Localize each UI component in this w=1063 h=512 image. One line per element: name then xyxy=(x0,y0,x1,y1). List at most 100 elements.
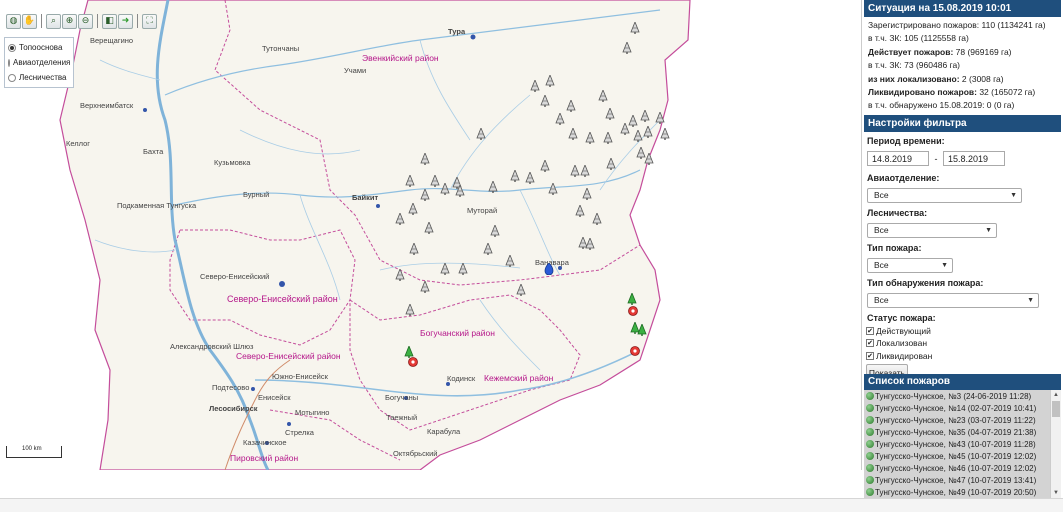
fire-marker-icon[interactable] xyxy=(603,132,613,144)
fire-marker-icon[interactable] xyxy=(555,113,565,125)
fire-marker-icon[interactable] xyxy=(405,175,415,187)
list-item[interactable]: Тунгусско-Чунское, №43 (10-07-2019 11:28… xyxy=(864,438,1050,450)
status-active-option[interactable]: ✔ Действующий xyxy=(864,325,1061,338)
layer-option-avia[interactable]: Авиаотделения xyxy=(8,55,70,70)
list-item[interactable]: Тунгусско-Чунское, №14 (02-07-2019 10:41… xyxy=(864,402,1050,414)
fire-marker-icon[interactable] xyxy=(483,243,493,255)
checkbox-checked-icon[interactable]: ✔ xyxy=(866,339,874,348)
fire-marker-icon[interactable] xyxy=(660,128,670,140)
zoom-in-icon[interactable]: ⊕ xyxy=(62,13,77,29)
list-item[interactable]: Тунгусско-Чунское, №23 (03-07-2019 11:22… xyxy=(864,414,1050,426)
fire-marker-icon[interactable] xyxy=(585,132,595,144)
list-item[interactable]: Тунгусско-Чунское, №47 (10-07-2019 13:41… xyxy=(864,474,1050,486)
fire-marker-icon[interactable] xyxy=(643,126,653,138)
fire-marker-icon[interactable] xyxy=(395,213,405,225)
scale-bar: 100 km xyxy=(6,446,62,458)
list-item[interactable]: Тунгусско-Чунское, №45 (10-07-2019 12:02… xyxy=(864,450,1050,462)
radio-icon[interactable] xyxy=(8,43,16,52)
fire-marker-icon[interactable] xyxy=(633,130,643,142)
checkbox-checked-icon[interactable]: ✔ xyxy=(866,351,874,360)
forestry-select[interactable]: Все ▼ xyxy=(867,222,997,238)
fire-marker-icon[interactable] xyxy=(488,181,498,193)
detection-type-select[interactable]: Все ▼ xyxy=(867,292,1039,308)
fire-marker-icon[interactable] xyxy=(585,238,595,250)
list-item[interactable]: Тунгусско-Чунское, №49 (10-07-2019 20:50… xyxy=(864,486,1050,498)
fire-marker-icon[interactable] xyxy=(568,128,578,140)
radio-icon[interactable] xyxy=(8,58,10,67)
fire-alert-marker-icon[interactable] xyxy=(408,356,418,368)
list-item[interactable]: Тунгусско-Чунское, №35 (04-07-2019 21:38… xyxy=(864,426,1050,438)
fire-marker-icon[interactable] xyxy=(622,42,632,54)
status-localized-option[interactable]: ✔ Локализован xyxy=(864,337,1061,350)
layer-option-topo[interactable]: Топооснова xyxy=(8,40,70,55)
fire-marker-icon[interactable] xyxy=(592,213,602,225)
scroll-down-icon[interactable]: ▼ xyxy=(1051,488,1061,498)
fire-marker-icon[interactable] xyxy=(620,123,630,135)
full-extent-icon[interactable]: ⛶ xyxy=(142,13,157,29)
status-extinguished-option[interactable]: ✔ Ликвидирован xyxy=(864,350,1061,363)
fire-list-scrollbar[interactable]: ▲ ▼ xyxy=(1050,390,1061,498)
fire-marker-icon[interactable] xyxy=(575,205,585,217)
fire-marker-icon[interactable] xyxy=(430,175,440,187)
fire-marker-icon[interactable] xyxy=(505,255,515,267)
place-label: Казачинское xyxy=(243,438,287,447)
fire-marker-icon[interactable] xyxy=(605,108,615,120)
scroll-thumb[interactable] xyxy=(1052,401,1060,417)
avia-select[interactable]: Все ▼ xyxy=(867,187,1022,203)
fire-marker-icon[interactable] xyxy=(540,160,550,172)
zoom-out-icon[interactable]: ⊖ xyxy=(78,13,93,29)
fire-type-select[interactable]: Все ▼ xyxy=(867,257,953,273)
globe-icon[interactable]: ◍ xyxy=(6,13,21,29)
date-to-input[interactable]: 15.8.2019 xyxy=(943,151,1005,167)
fire-marker-icon[interactable] xyxy=(476,128,486,140)
checkbox-checked-icon[interactable]: ✔ xyxy=(866,326,874,335)
fire-marker-icon[interactable] xyxy=(458,263,468,275)
previous-extent-icon[interactable]: ◧ xyxy=(102,13,117,29)
list-item[interactable]: Тунгусско-Чунское, №46 (10-07-2019 12:02… xyxy=(864,462,1050,474)
fire-marker-icon[interactable] xyxy=(640,110,650,122)
fire-marker-icon[interactable] xyxy=(580,165,590,177)
fire-marker-icon[interactable] xyxy=(606,158,616,170)
fire-marker-icon[interactable] xyxy=(405,304,415,316)
fire-marker-icon[interactable] xyxy=(566,100,576,112)
radio-icon[interactable] xyxy=(8,73,16,82)
scroll-up-icon[interactable]: ▲ xyxy=(1051,390,1061,400)
hand-pan-icon[interactable]: ✋ xyxy=(22,13,37,29)
fire-marker-icon[interactable] xyxy=(395,269,405,281)
fire-marker-icon[interactable] xyxy=(644,153,654,165)
fire-marker-icon[interactable] xyxy=(630,22,640,34)
base-marker-icon[interactable] xyxy=(544,263,554,275)
next-extent-icon[interactable]: ➜ xyxy=(118,13,133,29)
fire-marker-icon[interactable] xyxy=(525,172,535,184)
fire-marker-icon[interactable] xyxy=(420,281,430,293)
fire-marker-icon[interactable] xyxy=(490,225,500,237)
layer-option-forestry[interactable]: Лесничества xyxy=(8,70,70,85)
fire-marker-icon[interactable] xyxy=(424,222,434,234)
fire-marker-icon[interactable] xyxy=(516,284,526,296)
zoom-rect-icon[interactable]: ⌕ xyxy=(46,13,61,29)
fire-marker-icon[interactable] xyxy=(510,170,520,182)
fire-marker-icon[interactable] xyxy=(455,185,465,197)
fire-marker-icon[interactable] xyxy=(548,183,558,195)
fire-marker-icon[interactable] xyxy=(530,80,540,92)
date-from-input[interactable]: 14.8.2019 xyxy=(867,151,929,167)
active-fire-marker-icon[interactable] xyxy=(637,324,647,336)
active-fire-marker-icon[interactable] xyxy=(627,293,637,305)
fire-marker-icon[interactable] xyxy=(409,243,419,255)
fire-marker-icon[interactable] xyxy=(440,263,450,275)
map-view[interactable]: Верещагино Тутончаны Тура Учами Верхнеим… xyxy=(0,0,862,470)
fire-marker-icon[interactable] xyxy=(420,153,430,165)
fire-marker-icon[interactable] xyxy=(655,112,665,124)
fire-list[interactable]: Тунгусско-Чунское, №3 (24-06-2019 11:28)… xyxy=(864,390,1050,498)
fire-marker-icon[interactable] xyxy=(540,95,550,107)
fire-marker-icon[interactable] xyxy=(545,75,555,87)
list-item[interactable]: Тунгусско-Чунское, №3 (24-06-2019 11:28) xyxy=(864,390,1050,402)
fire-marker-icon[interactable] xyxy=(570,165,580,177)
fire-alert-marker-icon[interactable] xyxy=(630,345,640,357)
fire-marker-icon[interactable] xyxy=(440,183,450,195)
fire-marker-icon[interactable] xyxy=(582,188,592,200)
fire-marker-icon[interactable] xyxy=(408,203,418,215)
fire-marker-icon[interactable] xyxy=(598,90,608,102)
fire-alert-marker-icon[interactable] xyxy=(628,305,638,317)
fire-marker-icon[interactable] xyxy=(420,189,430,201)
